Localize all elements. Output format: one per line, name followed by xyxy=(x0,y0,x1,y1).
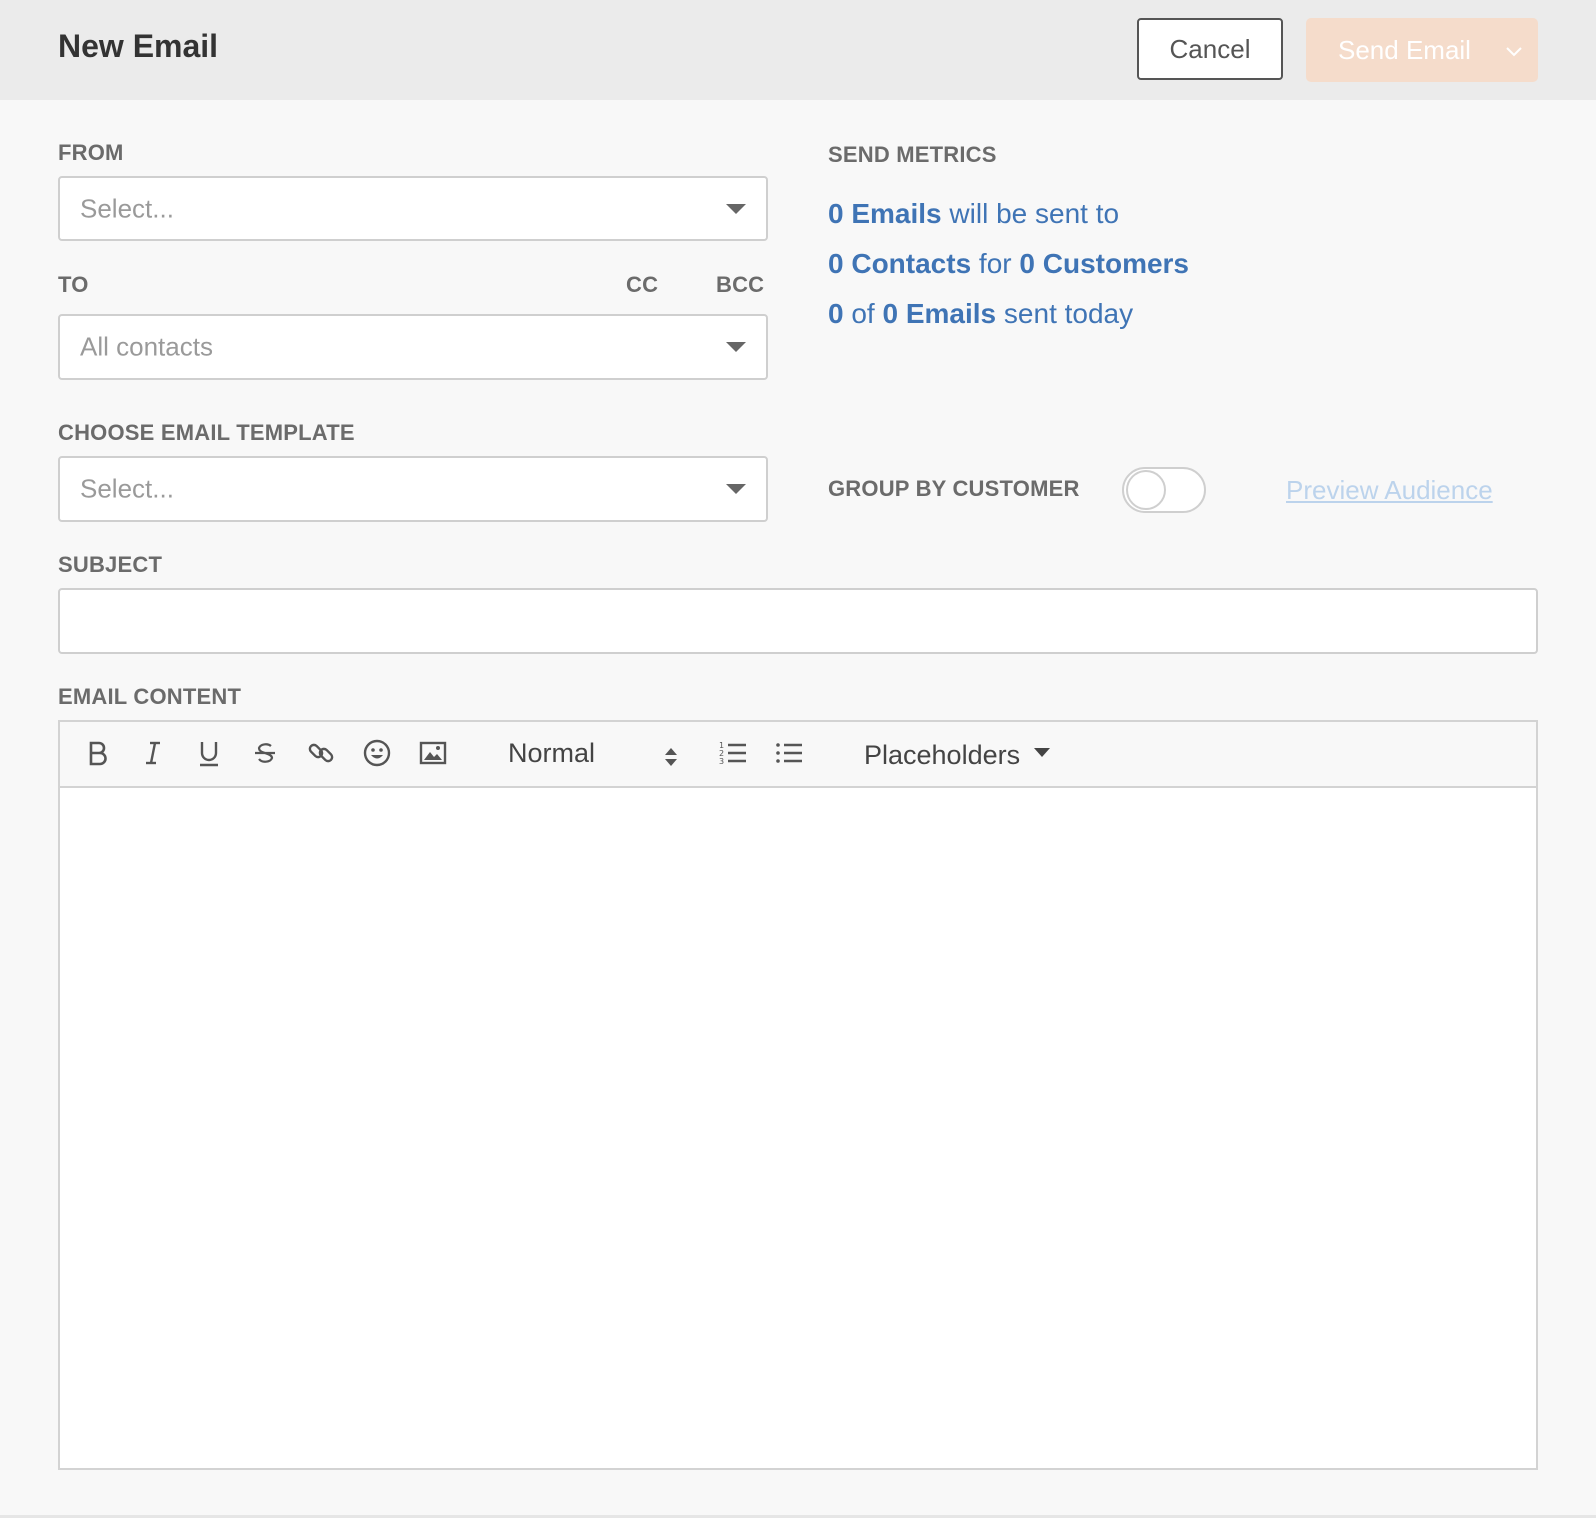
svg-text:3: 3 xyxy=(719,757,724,766)
group-by-customer-label: GROUP BY CUSTOMER xyxy=(828,476,1080,501)
send-metrics-heading: SEND METRICS xyxy=(828,142,997,167)
subject-input[interactable] xyxy=(58,588,1538,654)
bcc-toggle[interactable]: BCC xyxy=(716,272,764,298)
placeholders-label: Placeholders xyxy=(864,740,1021,770)
email-content-editor: Normal 123 Placeholders xyxy=(58,720,1538,1470)
caret-down-icon xyxy=(726,203,746,214)
metric-sent-count: 0 xyxy=(828,298,844,329)
template-label: CHOOSE EMAIL TEMPLATE xyxy=(58,420,355,445)
from-select[interactable]: Select... xyxy=(58,176,768,241)
format-select-value: Normal xyxy=(508,738,596,768)
metric-emails-text: will be sent to xyxy=(941,198,1120,229)
metric-sent-total: 0 Emails xyxy=(882,298,997,329)
chevron-down-icon[interactable] xyxy=(1490,35,1538,66)
subject-label: SUBJECT xyxy=(58,552,163,577)
to-select[interactable]: All contacts xyxy=(58,314,768,380)
underline-icon[interactable] xyxy=(192,736,226,770)
format-select[interactable]: Normal xyxy=(508,738,678,772)
from-label: FROM xyxy=(58,140,124,165)
metric-emails-count: 0 Emails xyxy=(828,198,942,229)
image-icon[interactable] xyxy=(416,736,450,770)
send-email-button[interactable]: Send Email xyxy=(1306,18,1538,82)
header-bar: New Email Cancel Send Email xyxy=(0,0,1596,100)
from-placeholder: Select... xyxy=(80,193,174,223)
link-icon[interactable] xyxy=(304,736,338,770)
group-by-customer-toggle[interactable] xyxy=(1122,467,1206,513)
template-select[interactable]: Select... xyxy=(58,456,768,522)
email-content-label: EMAIL CONTENT xyxy=(58,684,242,709)
ordered-list-icon[interactable]: 123 xyxy=(716,736,750,770)
metric-emails: 0 Emails will be sent to xyxy=(828,198,1119,230)
to-label: TO xyxy=(58,272,89,297)
metric-customers-count: 0 Customers xyxy=(1019,248,1190,279)
metric-sent-text: sent today xyxy=(996,298,1134,329)
metric-sent-today: 0 of 0 Emails sent today xyxy=(828,298,1133,330)
caret-down-icon xyxy=(726,342,746,352)
caret-down-icon xyxy=(726,484,746,494)
metric-sent-mid: of xyxy=(843,298,883,329)
email-content-body[interactable] xyxy=(60,788,1536,1468)
strikethrough-icon[interactable] xyxy=(248,736,282,770)
editor-toolbar: Normal 123 Placeholders xyxy=(60,722,1536,788)
metric-contacts-count: 0 Contacts xyxy=(828,248,972,279)
bullet-list-icon[interactable] xyxy=(772,736,806,770)
to-placeholder: All contacts xyxy=(80,331,213,362)
caret-down-icon xyxy=(1034,748,1051,758)
placeholders-dropdown[interactable]: Placeholders xyxy=(864,740,1051,771)
italic-icon[interactable] xyxy=(136,736,170,770)
bold-icon[interactable] xyxy=(80,736,114,770)
toggle-knob xyxy=(1126,470,1166,510)
cc-toggle[interactable]: CC xyxy=(626,272,658,298)
template-placeholder: Select... xyxy=(80,473,174,504)
preview-audience-link[interactable]: Preview Audience xyxy=(1286,475,1493,506)
sort-arrows-icon xyxy=(664,742,678,772)
emoji-icon[interactable] xyxy=(360,736,394,770)
metric-contacts-mid: for xyxy=(971,248,1020,279)
cancel-button[interactable]: Cancel xyxy=(1137,18,1283,80)
metric-contacts: 0 Contacts for 0 Customers xyxy=(828,248,1189,280)
send-email-label: Send Email xyxy=(1338,34,1471,65)
page-title: New Email xyxy=(58,28,219,64)
